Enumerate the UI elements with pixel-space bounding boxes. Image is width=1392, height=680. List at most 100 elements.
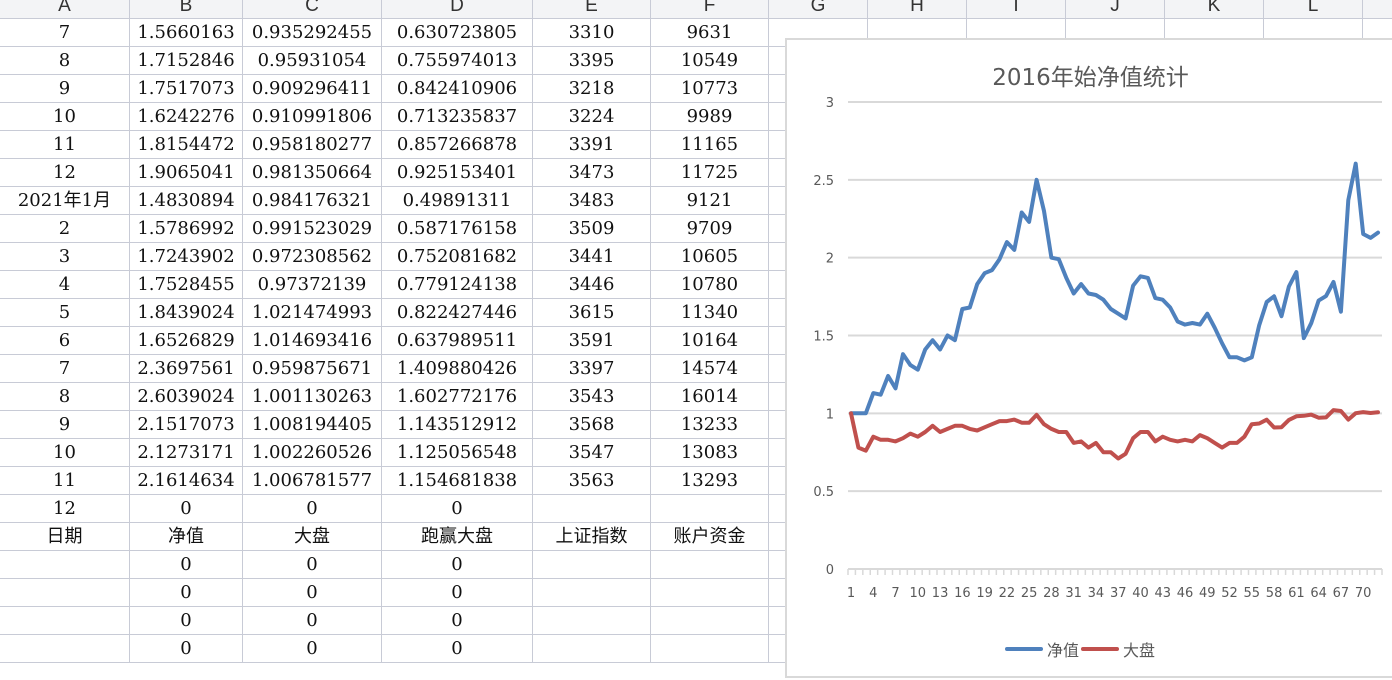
table-cell[interactable]: 0.984176321 xyxy=(243,187,382,215)
table-cell[interactable]: 3591 xyxy=(533,327,651,355)
table-cell[interactable]: 0 xyxy=(382,551,533,579)
table-cell[interactable]: 0.779124138 xyxy=(382,271,533,299)
table-cell[interactable]: 3446 xyxy=(533,271,651,299)
table-cell[interactable]: 10164 xyxy=(651,327,769,355)
table-cell[interactable] xyxy=(0,635,130,663)
table-cell[interactable] xyxy=(533,579,651,607)
table-cell[interactable]: 0.991523029 xyxy=(243,215,382,243)
table-cell[interactable]: 0 xyxy=(382,579,533,607)
column-header[interactable]: B xyxy=(130,0,243,19)
table-cell[interactable]: 3483 xyxy=(533,187,651,215)
table-cell[interactable]: 6 xyxy=(0,327,130,355)
table-cell[interactable]: 0.959875671 xyxy=(243,355,382,383)
table-cell[interactable]: 16014 xyxy=(651,383,769,411)
table-cell[interactable]: 10605 xyxy=(651,243,769,271)
table-cell[interactable] xyxy=(651,607,769,635)
table-cell[interactable]: 0.857266878 xyxy=(382,131,533,159)
table-cell[interactable]: 11165 xyxy=(651,131,769,159)
table-cell[interactable]: 0.49891311 xyxy=(382,187,533,215)
table-cell[interactable]: 3509 xyxy=(533,215,651,243)
table-cell[interactable]: 1.5660163 xyxy=(130,19,243,47)
table-cell[interactable]: 2.1517073 xyxy=(130,411,243,439)
table-cell[interactable]: 10780 xyxy=(651,271,769,299)
table-cell[interactable]: 3391 xyxy=(533,131,651,159)
table-cell[interactable]: 11 xyxy=(0,131,130,159)
table-cell[interactable]: 11340 xyxy=(651,299,769,327)
table-cell[interactable]: 0.909296411 xyxy=(243,75,382,103)
table-cell[interactable]: 0 xyxy=(130,579,243,607)
table-cell[interactable]: 5 xyxy=(0,299,130,327)
table-cell[interactable]: 9989 xyxy=(651,103,769,131)
table-cell[interactable]: 3310 xyxy=(533,19,651,47)
table-cell[interactable] xyxy=(533,635,651,663)
table-cell[interactable]: 0.637989511 xyxy=(382,327,533,355)
column-header[interactable]: E xyxy=(533,0,651,19)
table-cell[interactable]: 1.409880426 xyxy=(382,355,533,383)
table-cell[interactable]: 0.752081682 xyxy=(382,243,533,271)
table-cell[interactable]: 3 xyxy=(0,243,130,271)
table-cell[interactable]: 0.587176158 xyxy=(382,215,533,243)
column-header[interactable]: G xyxy=(769,0,868,19)
table-cell[interactable]: 12 xyxy=(0,159,130,187)
table-cell[interactable]: 0.972308562 xyxy=(243,243,382,271)
table-cell[interactable]: 1.7243902 xyxy=(130,243,243,271)
table-cell[interactable]: 1.7528455 xyxy=(130,271,243,299)
table-cell[interactable]: 0.935292455 xyxy=(243,19,382,47)
table-cell[interactable] xyxy=(651,579,769,607)
table-cell[interactable]: 1.5786992 xyxy=(130,215,243,243)
column-header[interactable]: A xyxy=(0,0,130,19)
table-cell[interactable]: 3224 xyxy=(533,103,651,131)
table-cell[interactable]: 3441 xyxy=(533,243,651,271)
table-cell[interactable]: 1.008194405 xyxy=(243,411,382,439)
table-cell[interactable]: 0.755974013 xyxy=(382,47,533,75)
table-cell[interactable]: 4 xyxy=(0,271,130,299)
table-cell[interactable]: 0 xyxy=(382,635,533,663)
table-cell[interactable]: 0 xyxy=(243,607,382,635)
table-cell[interactable]: 3218 xyxy=(533,75,651,103)
table-cell[interactable]: 0.910991806 xyxy=(243,103,382,131)
table-cell[interactable]: 10549 xyxy=(651,47,769,75)
table-cell[interactable]: 0.97372139 xyxy=(243,271,382,299)
table-cell[interactable]: 14574 xyxy=(651,355,769,383)
column-header[interactable] xyxy=(1363,0,1392,19)
table-cell[interactable]: 11 xyxy=(0,467,130,495)
table-cell[interactable]: 10 xyxy=(0,439,130,467)
column-header[interactable]: D xyxy=(382,0,533,19)
table-cell[interactable]: 2.6039024 xyxy=(130,383,243,411)
table-cell[interactable]: 1.8154472 xyxy=(130,131,243,159)
table-cell[interactable]: 9 xyxy=(0,75,130,103)
table-cell[interactable]: 9121 xyxy=(651,187,769,215)
table-cell[interactable]: 0 xyxy=(382,495,533,523)
table-cell[interactable]: 10773 xyxy=(651,75,769,103)
table-cell[interactable]: 3615 xyxy=(533,299,651,327)
table-cell[interactable]: 9709 xyxy=(651,215,769,243)
table-cell[interactable]: 2.1273171 xyxy=(130,439,243,467)
table-cell[interactable]: 1.143512912 xyxy=(382,411,533,439)
table-cell[interactable]: 0.925153401 xyxy=(382,159,533,187)
table-cell[interactable]: 13083 xyxy=(651,439,769,467)
table-cell[interactable]: 0 xyxy=(130,635,243,663)
table-cell[interactable]: 1.8439024 xyxy=(130,299,243,327)
table-cell[interactable]: 3547 xyxy=(533,439,651,467)
table-cell[interactable] xyxy=(0,579,130,607)
table-cell[interactable]: 0.958180277 xyxy=(243,131,382,159)
table-cell[interactable]: 上证指数 xyxy=(533,523,651,551)
table-cell[interactable]: 0.630723805 xyxy=(382,19,533,47)
table-cell[interactable]: 0 xyxy=(243,579,382,607)
table-cell[interactable]: 11725 xyxy=(651,159,769,187)
table-cell[interactable]: 账户资金 xyxy=(651,523,769,551)
table-cell[interactable]: 8 xyxy=(0,383,130,411)
table-cell[interactable]: 1.001130263 xyxy=(243,383,382,411)
table-cell[interactable]: 1.9065041 xyxy=(130,159,243,187)
table-cell[interactable] xyxy=(651,495,769,523)
table-cell[interactable]: 0.822427446 xyxy=(382,299,533,327)
table-cell[interactable]: 2021年1月 xyxy=(0,187,130,215)
table-cell[interactable] xyxy=(0,607,130,635)
table-cell[interactable]: 0 xyxy=(130,607,243,635)
table-cell[interactable]: 3563 xyxy=(533,467,651,495)
table-cell[interactable]: 1.6526829 xyxy=(130,327,243,355)
table-cell[interactable]: 3473 xyxy=(533,159,651,187)
column-header[interactable]: F xyxy=(651,0,769,19)
table-cell[interactable]: 1.154681838 xyxy=(382,467,533,495)
table-cell[interactable]: 7 xyxy=(0,355,130,383)
